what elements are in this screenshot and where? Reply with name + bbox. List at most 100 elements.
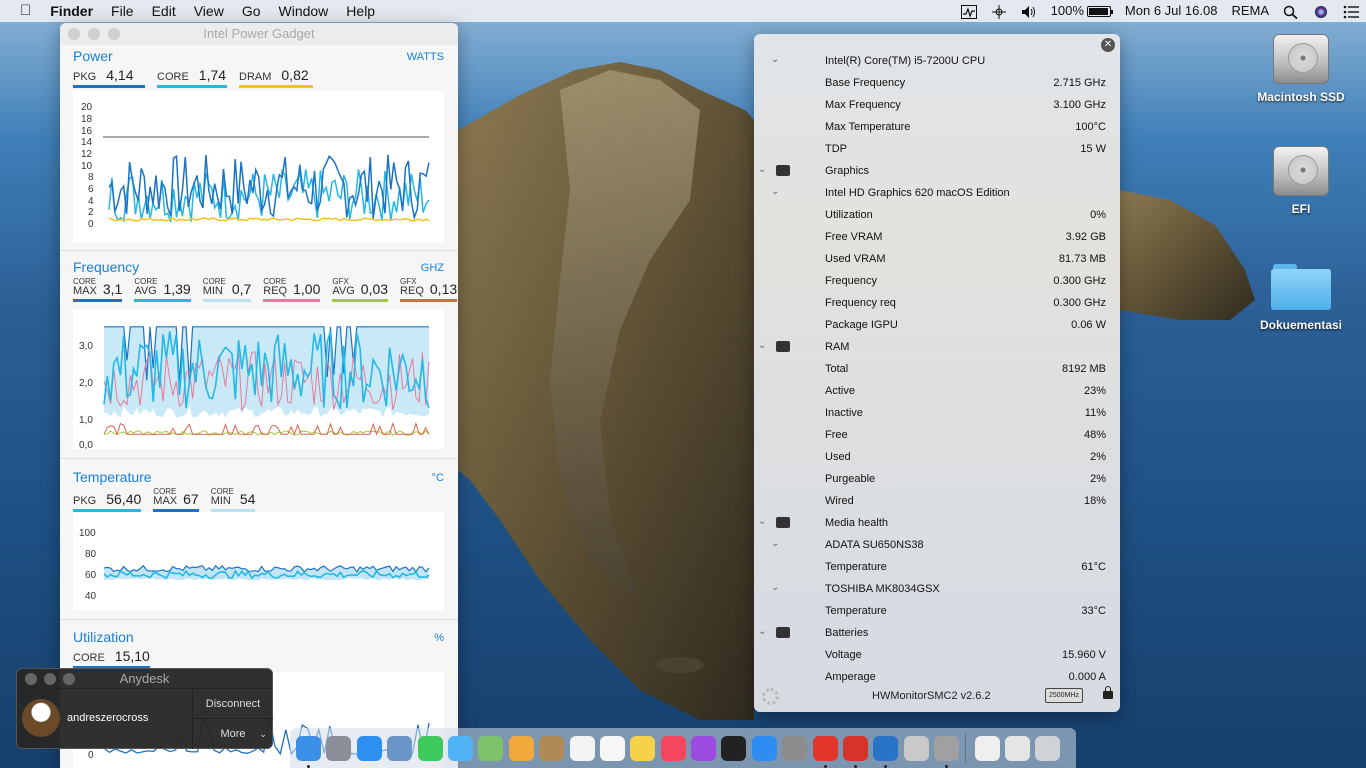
reminders-icon[interactable]	[599, 735, 625, 761]
apple-menu-icon[interactable]: 	[0, 0, 41, 22]
sensor-row[interactable]: ⌄ Intel HD Graphics 620 macOS Edition	[754, 182, 1120, 204]
anydesk-icon[interactable]	[812, 735, 838, 768]
chevron-down-icon[interactable]: ⌄	[758, 626, 766, 637]
chevron-down-icon[interactable]: ⌄	[771, 54, 779, 65]
metric-dram-power: DRAM 0,82	[239, 67, 313, 88]
spotlight-icon[interactable]	[1276, 0, 1306, 22]
menu-edit[interactable]: Edit	[143, 0, 185, 22]
more-button[interactable]: More ⌄	[192, 720, 273, 749]
sensor-row[interactable]: ⌄ RAM	[754, 336, 1120, 358]
ytick: 0,0	[79, 440, 93, 449]
ytick: 18	[81, 114, 93, 125]
sensor-row[interactable]: ⌄ Batteries	[754, 622, 1120, 644]
menu-go[interactable]: Go	[233, 0, 270, 22]
sensor-row[interactable]: ⌄ ADATA SU650NS38	[754, 534, 1120, 556]
sensor-row: Frequency 0.300 GHz	[754, 270, 1120, 292]
anydesk-alt-icon[interactable]	[843, 735, 869, 768]
app-store-icon[interactable]	[751, 735, 777, 761]
podcasts-icon[interactable]	[691, 735, 717, 761]
finder-icon[interactable]	[296, 735, 321, 768]
menu-window[interactable]: Window	[270, 0, 338, 22]
metric-label: DRAM	[239, 71, 272, 83]
metric-label: CORE REQ	[263, 277, 288, 297]
messages-icon[interactable]	[447, 735, 473, 761]
menu-file[interactable]: File	[102, 0, 143, 22]
sensor-name: Intel HD Graphics 620 macOS Edition	[825, 187, 1010, 199]
maps-icon[interactable]	[478, 735, 504, 761]
notification-center-icon[interactable]	[1336, 0, 1366, 22]
sensor-row: Max Frequency 3.100 GHz	[754, 94, 1120, 116]
metric-value: 0,7	[231, 281, 252, 297]
menu-help[interactable]: Help	[337, 0, 384, 22]
avatar	[22, 699, 60, 737]
notes-icon[interactable]	[630, 735, 656, 761]
folder-icon	[1271, 264, 1331, 310]
sensor-name: TDP	[825, 143, 847, 155]
system-preferences-icon[interactable]	[782, 735, 808, 761]
chevron-down-icon[interactable]: ⌄	[771, 538, 779, 549]
ytick: 3,0	[79, 341, 93, 352]
script-editor-icon[interactable]	[903, 735, 929, 761]
anydesk-titlebar[interactable]: Anydesk	[17, 669, 272, 689]
gear-icon[interactable]	[762, 688, 779, 705]
sensor-value: 15 W	[1080, 143, 1106, 155]
frequency-badge[interactable]: 2500MHz	[1045, 688, 1083, 703]
desktop-icon-dokuementasi[interactable]: Dokuementasi	[1251, 264, 1351, 332]
sensor-row: TDP 15 W	[754, 138, 1120, 160]
sensor-value: 33°C	[1081, 605, 1106, 617]
sensor-row[interactable]: ⌄ Graphics	[754, 160, 1120, 182]
window-titlebar[interactable]: Intel Power Gadget	[60, 23, 458, 45]
tv-icon[interactable]	[721, 735, 747, 761]
metric-core-power: CORE 1,74	[157, 67, 227, 88]
menu-view[interactable]: View	[185, 0, 233, 22]
facetime-icon[interactable]	[417, 735, 443, 761]
volume-icon[interactable]	[1014, 0, 1044, 22]
dock-separator	[964, 733, 966, 763]
clock[interactable]: Mon 6 Jul 16.08	[1118, 0, 1225, 22]
documents-icon[interactable]	[974, 735, 1000, 761]
sensor-name: Frequency req	[825, 297, 896, 309]
remote-username: andreszerocross	[67, 712, 149, 724]
desktop-icon-efi[interactable]: EFI	[1251, 146, 1351, 216]
sensor-row: Free 48%	[754, 424, 1120, 446]
sensor-value: 23%	[1083, 385, 1106, 397]
desktop-icon-macintosh-ssd[interactable]: Macintosh SSD	[1251, 34, 1351, 104]
chevron-down-icon[interactable]: ⌄	[771, 186, 779, 197]
music-icon[interactable]	[660, 735, 686, 761]
sensor-value: 3.100 GHz	[1053, 99, 1106, 111]
sensor-row[interactable]: ⌄ Media health	[754, 512, 1120, 534]
siri-icon[interactable]	[1306, 0, 1336, 22]
sensor-row[interactable]: ⌄ TOSHIBA MK8034GSX	[754, 578, 1120, 600]
metric-value: 56,40	[106, 491, 142, 507]
sensor-name: Base Frequency	[825, 77, 906, 89]
disconnect-button[interactable]: Disconnect	[192, 690, 273, 719]
power-gadget-icon[interactable]	[873, 735, 899, 768]
metric-core-avg-freq: CORE AVG 1,39	[134, 278, 191, 302]
calendar-icon[interactable]	[569, 735, 595, 761]
sensor-row[interactable]: ⌄ Intel(R) Core(TM) i5-7200U CPU	[754, 50, 1120, 72]
activity-monitor-icon[interactable]	[954, 0, 984, 22]
lock-icon[interactable]	[1103, 686, 1113, 699]
chevron-down-icon[interactable]: ⌄	[758, 516, 766, 527]
sensor-row: Temperature 33°C	[754, 600, 1120, 622]
contacts-icon[interactable]	[539, 735, 565, 761]
metric-core-utilization: CORE 15,10	[73, 648, 150, 669]
metric-value: 1,00	[293, 281, 321, 297]
safari-icon[interactable]	[356, 735, 382, 761]
hwmonitor-menu-icon[interactable]	[984, 0, 1014, 22]
sensor-name: Graphics	[825, 165, 870, 177]
launchpad-icon[interactable]	[326, 735, 352, 761]
chevron-down-icon[interactable]: ⌄	[771, 582, 779, 593]
user-name[interactable]: REMA	[1224, 0, 1276, 22]
screenshots-icon[interactable]	[1004, 735, 1030, 761]
chevron-down-icon[interactable]: ⌄	[758, 340, 766, 351]
trash-icon[interactable]	[1035, 735, 1061, 761]
menu-app-name[interactable]: Finder	[41, 0, 102, 22]
chevron-down-icon[interactable]: ⌄	[758, 164, 766, 175]
preview-icon[interactable]	[387, 735, 413, 761]
running-indicator	[945, 764, 949, 768]
photos-icon[interactable]	[508, 735, 534, 761]
hwmonitor-icon[interactable]	[934, 735, 960, 768]
metric-label: CORE MAX	[73, 277, 97, 297]
battery-status[interactable]: 100%	[1044, 0, 1118, 22]
